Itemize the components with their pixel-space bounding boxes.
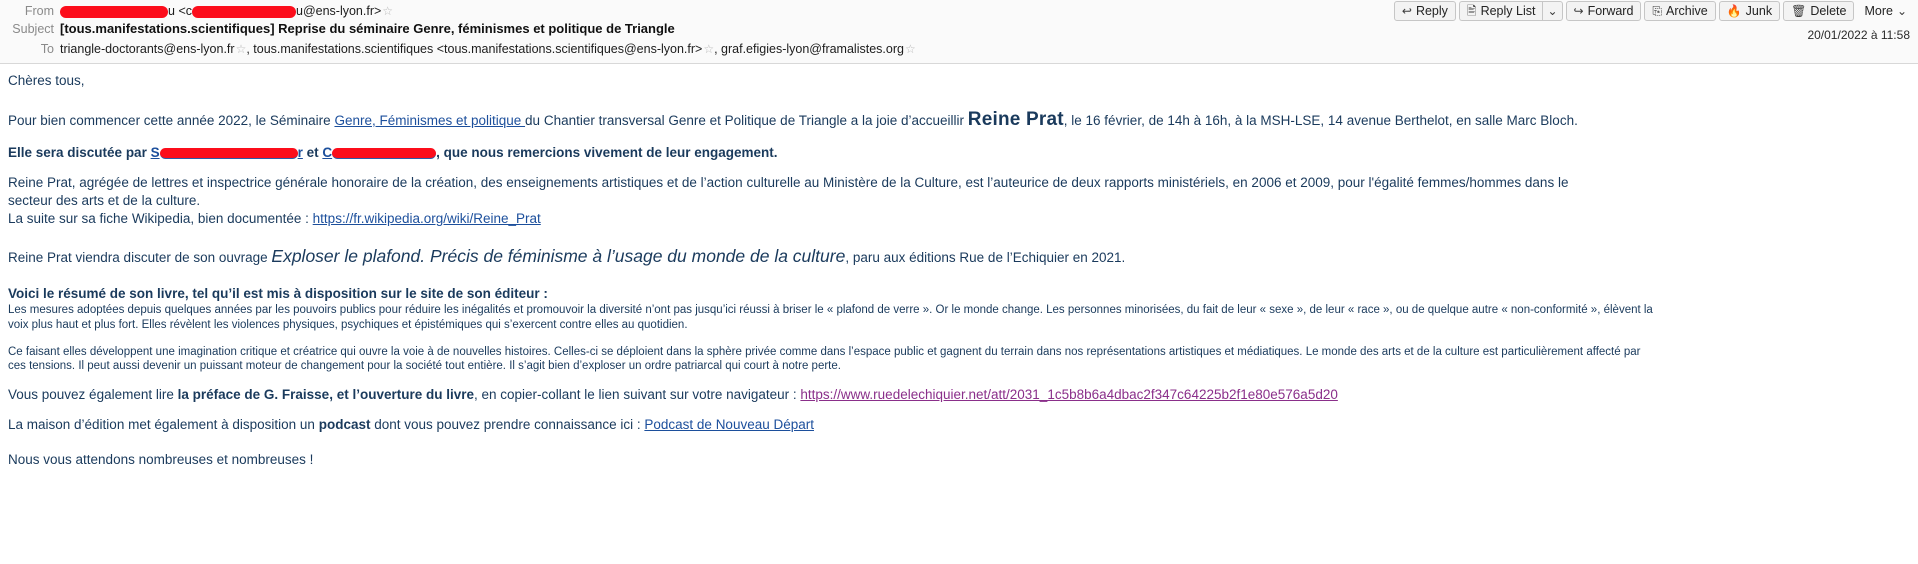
star-icon[interactable]: ☆ <box>905 42 916 56</box>
announcement-text-b: du Chantier transversal Genre et Politiq… <box>525 112 968 128</box>
summary-paragraph-1-line2: voix plus haut et plus fort. Elles révèl… <box>8 318 688 331</box>
book-title: Exploser le plafond. Précis de féminisme… <box>271 246 846 267</box>
recipient-3[interactable]: graf.efigies-lyon@framalistes.org <box>721 42 904 56</box>
paragraph-bio-line1: Reine Prat, agrégée de lettres et inspec… <box>8 175 1569 191</box>
recipient-1[interactable]: triangle-doctorants@ens-lyon.fr <box>60 42 235 56</box>
message-action-toolbar: ↩ Reply 🖹 Reply List ⌄ ↪ Forward ⎘ Archi… <box>1393 1 1914 21</box>
message-header-pane: ↩ Reply 🖹 Reply List ⌄ ↪ Forward ⎘ Archi… <box>0 0 1918 64</box>
junk-button-label: Junk <box>1745 4 1773 18</box>
reply-button[interactable]: ↩ Reply <box>1393 1 1456 21</box>
preface-bold: la préface de G. Fraisse, et l’ouverture… <box>177 387 474 403</box>
book-text-a: Reine Prat viendra discuter de son ouvra… <box>8 250 272 266</box>
greeting-line: Chères tous, <box>8 73 85 88</box>
podcast-text-b: dont vous pouvez prendre connaissance ic… <box>370 417 645 433</box>
forward-arrow-icon: ↪ <box>1573 4 1584 18</box>
subject-value: [tous.manifestations.scientifiques] Repr… <box>60 21 675 36</box>
delete-button[interactable]: 🗑 Delete <box>1783 1 1855 21</box>
to-label: To <box>40 42 54 56</box>
star-icon[interactable]: ☆ <box>236 42 247 56</box>
header-row-subject: Subject [tous.manifestations.scientifiqu… <box>0 21 1918 42</box>
reply-list-button[interactable]: 🖹 Reply List <box>1458 1 1543 21</box>
discussant-1-link[interactable]: S <box>151 145 160 160</box>
reply-arrow-icon: ↩ <box>1401 4 1412 18</box>
redacted-sender-name <box>60 5 168 18</box>
redacted-discussant-1 <box>159 148 298 160</box>
reply-list-split-button: 🖹 Reply List ⌄ <box>1458 1 1563 21</box>
redacted-sender-email <box>192 5 296 18</box>
junk-flame-icon: 🔥 <box>1726 4 1742 18</box>
archive-button-label: Archive <box>1666 4 1708 18</box>
paragraph-preface: Vous pouvez également lire la préface de… <box>8 386 1910 404</box>
reply-list-dropdown-button[interactable]: ⌄ <box>1542 1 1563 21</box>
recipient-2[interactable]: tous.manifestations.scientifiques <tous.… <box>253 42 702 56</box>
chevron-down-icon: ⌄ <box>1547 4 1558 18</box>
trash-can-icon: 🗑 <box>1791 4 1807 18</box>
wikipedia-text: La suite sur sa fiche Wikipedia, bien do… <box>8 211 313 227</box>
from-name-suffix: u <box>168 4 175 18</box>
book-text-b: , paru aux éditions Rue de l’Echiquier e… <box>845 250 1126 266</box>
summary-paragraph-2-line1: Ce faisant elles développent une imagina… <box>8 345 1641 358</box>
discussants-conjunction: et <box>302 145 323 161</box>
archive-button[interactable]: ⎘ Archive <box>1644 1 1716 21</box>
preface-text-b: , en copier-collant le lien suivant sur … <box>473 387 801 403</box>
from-email-prefix: <c <box>178 4 192 18</box>
paragraph-book: Reine Prat viendra discuter de son ouvra… <box>8 245 1910 268</box>
discussant-2-link[interactable]: C <box>322 145 332 160</box>
paragraph-discussants: Elle sera discutée par Sr et C, que nous… <box>8 144 1910 162</box>
announcement-text-a: Pour bien commencer cette année 2022, le… <box>8 112 335 128</box>
preface-text-a: Vous pouvez également lire <box>8 387 178 403</box>
star-icon[interactable]: ☆ <box>703 42 714 56</box>
reply-button-label: Reply <box>1415 4 1448 18</box>
delete-button-label: Delete <box>1810 4 1847 18</box>
discussants-text-a: Elle sera discutée par <box>8 145 151 161</box>
closing-line: Nous vous attendons nombreuses et nombre… <box>8 452 314 468</box>
star-icon[interactable]: ☆ <box>382 4 393 18</box>
redacted-discussant-2 <box>332 148 437 160</box>
message-body: Chères tous, Pour bien commencer cette a… <box>0 64 1918 469</box>
paragraph-bio-line2: secteur des arts et de la culture. <box>8 193 201 209</box>
from-label: From <box>24 4 54 18</box>
header-row-to: To triangle-doctorants@ens-lyon.fr☆, tou… <box>0 42 1918 63</box>
more-button[interactable]: More ⌄ <box>1857 1 1914 21</box>
message-date: 20/01/2022 à 11:58 <box>1807 28 1910 42</box>
podcast-bold: podcast <box>318 417 371 433</box>
speaker-name: Reine Prat <box>967 108 1064 130</box>
paragraph-podcast: La maison d’édition met également à disp… <box>8 416 1910 434</box>
more-button-label: More <box>1864 4 1893 18</box>
junk-button[interactable]: 🔥 Junk <box>1718 1 1781 21</box>
forward-button-label: Forward <box>1587 4 1634 18</box>
to-value: triangle-doctorants@ens-lyon.fr☆, tous.m… <box>60 42 916 56</box>
wikipedia-link[interactable]: https://fr.wikipedia.org/wiki/Reine_Prat <box>313 211 541 226</box>
chevron-down-icon: ⌄ <box>1896 4 1907 18</box>
discussants-text-b: , que nous remercions vivement de leur e… <box>436 145 778 161</box>
reply-list-button-label: Reply List <box>1480 4 1536 18</box>
subject-label: Subject <box>12 22 54 36</box>
paragraph-wikipedia: La suite sur sa fiche Wikipedia, bien do… <box>8 210 1910 228</box>
podcast-text-a: La maison d’édition met également à disp… <box>8 417 319 433</box>
from-email-suffix: u@ens-lyon.fr> <box>296 4 382 18</box>
summary-paragraph-1-line1: Les mesures adoptées depuis quelques ann… <box>8 304 1653 317</box>
announcement-text-c: , le 16 février, de 14h à 16h, à la MSH-… <box>1063 112 1578 128</box>
editor-pdf-link[interactable]: https://www.ruedelechiquier.net/att/2031… <box>800 387 1337 402</box>
summary-paragraph-2-line2: ces tensions. Il peut aussi devenir un p… <box>8 360 841 373</box>
seminar-link[interactable]: Genre, Féminismes et politique <box>334 113 525 128</box>
podcast-link[interactable]: Podcast de Nouveau Départ <box>644 417 814 432</box>
forward-button[interactable]: ↪ Forward <box>1565 1 1642 21</box>
reply-list-icon: 🖹 <box>1466 4 1477 18</box>
summary-heading: Voici le résumé de son livre, tel qu’il … <box>8 286 548 302</box>
archive-box-icon: ⎘ <box>1652 4 1663 18</box>
paragraph-announcement: Pour bien commencer cette année 2022, le… <box>8 107 1910 132</box>
